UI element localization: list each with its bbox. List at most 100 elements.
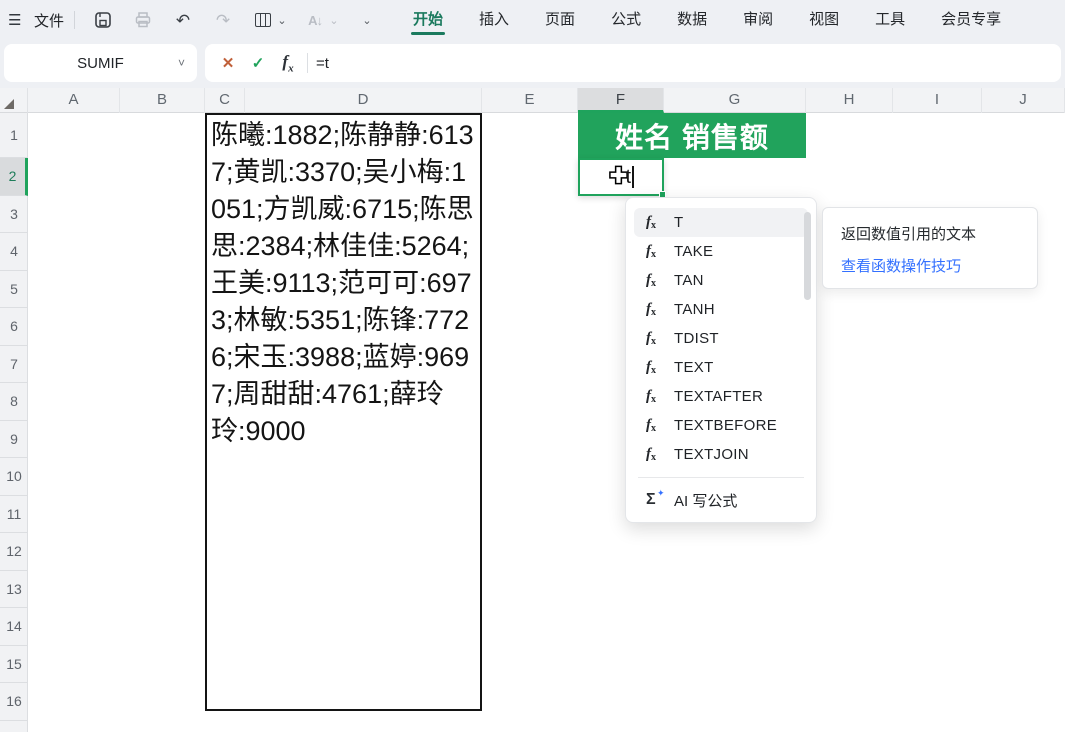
file-menu-button[interactable]: 文件 bbox=[34, 10, 64, 31]
column-header-F[interactable]: F bbox=[578, 88, 664, 113]
row-header-10[interactable]: 10 bbox=[0, 458, 28, 496]
column-header-A[interactable]: A bbox=[28, 88, 120, 113]
name-box-chevron-icon[interactable]: ˅ bbox=[178, 56, 185, 70]
dropdown-scrollbar[interactable] bbox=[804, 212, 811, 300]
function-item-TAKE[interactable]: fxTAKE bbox=[634, 237, 808, 266]
function-item-TEXTAFTER[interactable]: fx TEXTAFTER bbox=[634, 382, 808, 411]
name-box[interactable]: SUMIF ˅ bbox=[4, 44, 197, 82]
tab-工具[interactable]: 工具 bbox=[875, 0, 905, 40]
fx-icon: fx bbox=[646, 446, 668, 463]
fx-icon: fx bbox=[646, 243, 668, 260]
row-header-4[interactable]: 4 bbox=[0, 233, 28, 271]
row-header-6[interactable]: 6 bbox=[0, 308, 28, 346]
borders-dropdown-icon[interactable]: ⌄ bbox=[277, 8, 287, 32]
tab-数据[interactable]: 数据 bbox=[677, 0, 707, 40]
save-icon[interactable] bbox=[91, 8, 115, 32]
column-header-E[interactable]: E bbox=[482, 88, 578, 113]
select-all-corner[interactable] bbox=[0, 88, 28, 113]
edit-cell-value: t bbox=[625, 166, 631, 189]
name-box-value: SUMIF bbox=[77, 55, 124, 72]
fx-icon: fx bbox=[646, 301, 668, 318]
ai-formula-icon: Σ✦ bbox=[646, 491, 668, 509]
row-header-17[interactable]: 17 bbox=[0, 721, 28, 732]
fx-icon: fx bbox=[646, 417, 668, 434]
insert-function-icon[interactable]: fx bbox=[273, 52, 303, 74]
row-header-3[interactable]: 3 bbox=[0, 196, 28, 234]
confirm-entry-icon[interactable]: ✓ bbox=[243, 54, 273, 72]
function-item-T[interactable]: fxT bbox=[634, 208, 808, 237]
tab-审阅[interactable]: 审阅 bbox=[743, 0, 773, 40]
function-item-label: TAN bbox=[674, 272, 704, 289]
toolbar-more-icon[interactable]: ⌄ bbox=[355, 8, 379, 32]
sort-icon[interactable]: A↓ bbox=[303, 8, 327, 32]
toolbar-divider bbox=[74, 11, 75, 29]
function-item-TEXTJOIN[interactable]: fxTEXTJOIN bbox=[634, 440, 808, 469]
column-header-row: ABCDEFGHIJ bbox=[0, 88, 1065, 113]
function-help-link[interactable]: 查看函数操作技巧 bbox=[841, 255, 1019, 276]
fx-icon: fx bbox=[646, 359, 668, 376]
column-headers: ABCDEFGHIJ bbox=[28, 88, 1065, 112]
cell-text-box[interactable]: 陈曦:1882;陈静静:6137;黄凯:3370;吴小梅:1051;方凯威:67… bbox=[205, 113, 482, 711]
merged-header-cell-f1[interactable]: 姓名 销售额 bbox=[578, 113, 806, 158]
row-headers: 1234567891011121314151617 bbox=[0, 113, 28, 732]
function-autocomplete-dropdown: fxTfxTAKEfxTANfxTANHfxTDISTfxTEXTfxTEXTA… bbox=[625, 197, 817, 523]
undo-icon[interactable]: ↶ bbox=[171, 8, 195, 32]
row-header-15[interactable]: 15 bbox=[0, 646, 28, 684]
tab-开始[interactable]: 开始 bbox=[413, 0, 443, 40]
row-header-9[interactable]: 9 bbox=[0, 421, 28, 459]
borders-icon[interactable] bbox=[251, 8, 275, 32]
column-header-C[interactable]: C bbox=[205, 88, 245, 113]
tab-插入[interactable]: 插入 bbox=[479, 0, 509, 40]
sheet-grid[interactable]: 1234567891011121314151617 陈曦:1882;陈静静:61… bbox=[0, 113, 1065, 732]
cancel-entry-icon[interactable]: ✕ bbox=[213, 54, 243, 72]
row-header-7[interactable]: 7 bbox=[0, 346, 28, 384]
spreadsheet-app: ☰ 文件 ↶ ↷ ⌄ A↓ ⌄ ⌄ 开始插入页面公式数据审阅视图工具会员专享 S… bbox=[0, 0, 1065, 732]
function-item-label: TANH bbox=[674, 301, 715, 318]
redo-icon[interactable]: ↷ bbox=[211, 8, 235, 32]
row-header-1[interactable]: 1 bbox=[0, 113, 28, 158]
dropdown-divider bbox=[638, 477, 804, 478]
tab-会员专享[interactable]: 会员专享 bbox=[941, 0, 1001, 40]
row-header-5[interactable]: 5 bbox=[0, 271, 28, 309]
function-item-TAN[interactable]: fxTAN bbox=[634, 266, 808, 295]
fx-icon: fx bbox=[646, 330, 668, 347]
fx-icon: fx bbox=[646, 388, 668, 405]
column-header-H[interactable]: H bbox=[806, 88, 893, 113]
function-item-label: TEXTBEFORE bbox=[674, 417, 777, 434]
print-icon[interactable] bbox=[131, 8, 155, 32]
function-tooltip: 返回数值引用的文本 查看函数操作技巧 bbox=[822, 207, 1038, 289]
function-item-TEXTBEFORE[interactable]: fx TEXTBEFORE bbox=[634, 411, 808, 440]
formula-bar-divider bbox=[307, 53, 308, 73]
tab-公式[interactable]: 公式 bbox=[611, 0, 641, 40]
tab-页面[interactable]: 页面 bbox=[545, 0, 575, 40]
column-header-I[interactable]: I bbox=[893, 88, 982, 113]
formula-bar-row: SUMIF ˅ ✕ ✓ fx =t bbox=[0, 40, 1065, 88]
row-header-12[interactable]: 12 bbox=[0, 533, 28, 571]
column-header-J[interactable]: J bbox=[982, 88, 1065, 113]
row-header-2[interactable]: 2 bbox=[0, 158, 28, 196]
sort-dropdown-icon[interactable]: ⌄ bbox=[329, 8, 339, 32]
column-header-D[interactable]: D bbox=[245, 88, 482, 113]
formula-input[interactable]: =t bbox=[316, 55, 329, 72]
formula-bar[interactable]: ✕ ✓ fx =t bbox=[205, 44, 1061, 82]
row-header-8[interactable]: 8 bbox=[0, 383, 28, 421]
function-description: 返回数值引用的文本 bbox=[841, 223, 1019, 244]
hamburger-menu-icon[interactable]: ☰ bbox=[8, 11, 28, 29]
editing-cell-f2[interactable]: t bbox=[578, 158, 664, 196]
row-header-11[interactable]: 11 bbox=[0, 496, 28, 534]
function-item-TEXT[interactable]: fxTEXT bbox=[634, 353, 808, 382]
row-header-14[interactable]: 14 bbox=[0, 608, 28, 646]
tab-视图[interactable]: 视图 bbox=[809, 0, 839, 40]
function-item-TDIST[interactable]: fxTDIST bbox=[634, 324, 808, 353]
function-item-TANH[interactable]: fx TANH bbox=[634, 295, 808, 324]
function-item-label: T bbox=[674, 214, 683, 231]
top-toolbar: ☰ 文件 ↶ ↷ ⌄ A↓ ⌄ ⌄ 开始插入页面公式数据审阅视图工具会员专享 bbox=[0, 0, 1065, 40]
select-all-triangle-icon bbox=[4, 99, 14, 109]
row-header-16[interactable]: 16 bbox=[0, 683, 28, 721]
text-caret bbox=[632, 166, 634, 188]
ai-formula-item[interactable]: Σ✦ AI 写公式 bbox=[634, 484, 808, 516]
column-header-B[interactable]: B bbox=[120, 88, 205, 113]
column-header-G[interactable]: G bbox=[664, 88, 806, 113]
function-item-label: TEXTAFTER bbox=[674, 388, 763, 405]
row-header-13[interactable]: 13 bbox=[0, 571, 28, 609]
